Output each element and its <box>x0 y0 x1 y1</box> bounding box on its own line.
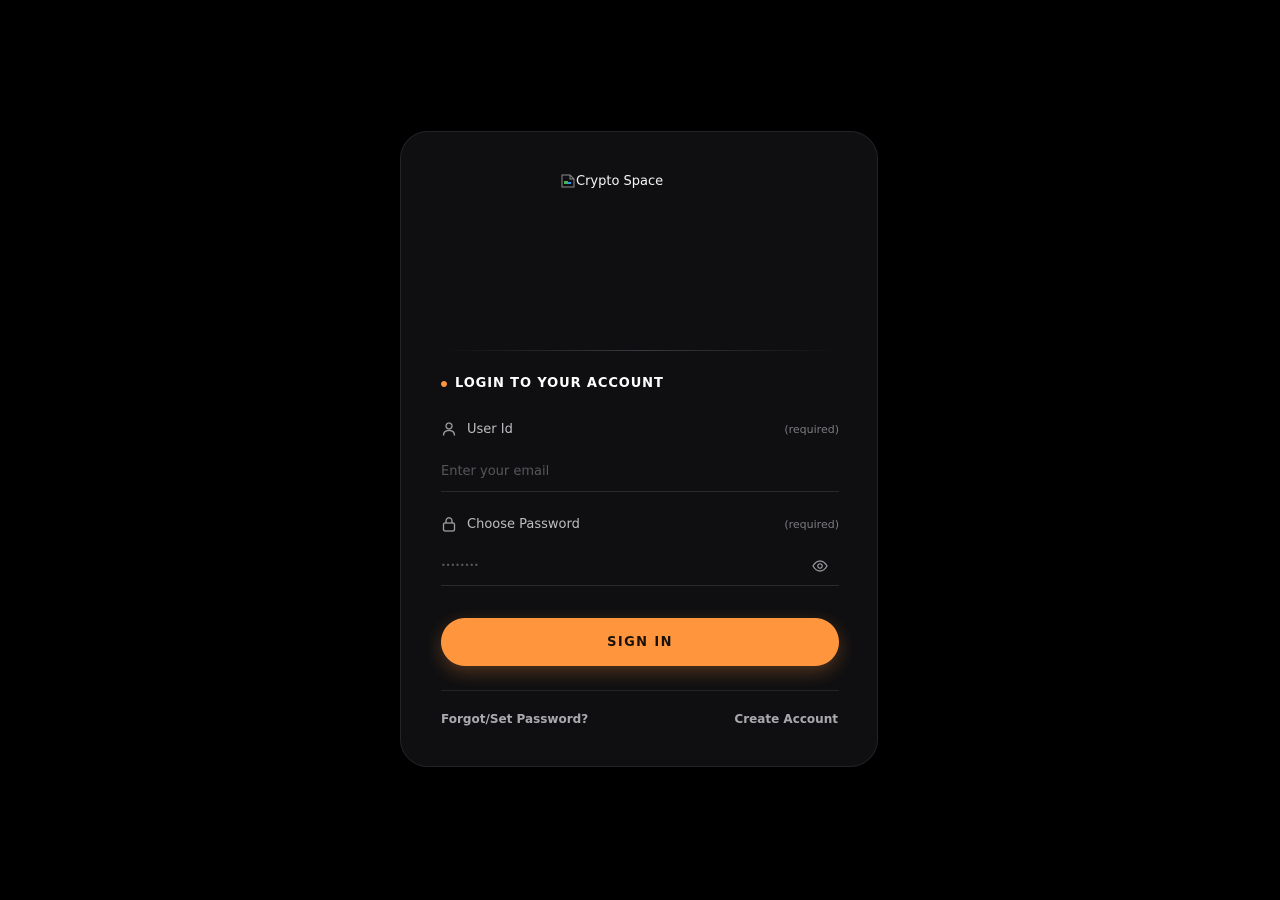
lock-icon <box>441 516 457 532</box>
password-label-row: Choose Password (required) <box>441 516 839 532</box>
password-required: (required) <box>784 517 839 531</box>
heading-text: LOGIN TO YOUR ACCOUNT <box>455 376 664 391</box>
accent-dot <box>441 380 447 387</box>
user-id-required: (required) <box>784 422 839 436</box>
user-id-input-row <box>441 452 839 492</box>
sign-in-button[interactable]: SIGN IN <box>441 618 839 666</box>
user-id-label-row: User Id (required) <box>441 421 839 437</box>
form-heading: LOGIN TO YOUR ACCOUNT <box>441 376 664 391</box>
logo: Crypto Space <box>561 172 663 190</box>
broken-image-icon <box>561 173 575 189</box>
create-account-link[interactable]: Create Account <box>734 712 838 726</box>
password-input[interactable]: •••••••• <box>441 561 811 570</box>
password-input-row[interactable]: •••••••• <box>441 546 839 586</box>
logo-divider <box>441 350 839 351</box>
password-label: Choose Password <box>467 516 580 532</box>
eye-icon[interactable] <box>811 557 829 575</box>
forgot-password-link[interactable]: Forgot/Set Password? <box>441 712 588 726</box>
login-card: Crypto Space LOGIN TO YOUR ACCOUNT User … <box>400 131 878 767</box>
user-id-label: User Id <box>467 421 513 437</box>
email-input[interactable] <box>441 452 839 491</box>
footer-divider <box>441 690 839 691</box>
user-icon <box>441 421 457 437</box>
logo-alt-text: Crypto Space <box>576 173 664 189</box>
